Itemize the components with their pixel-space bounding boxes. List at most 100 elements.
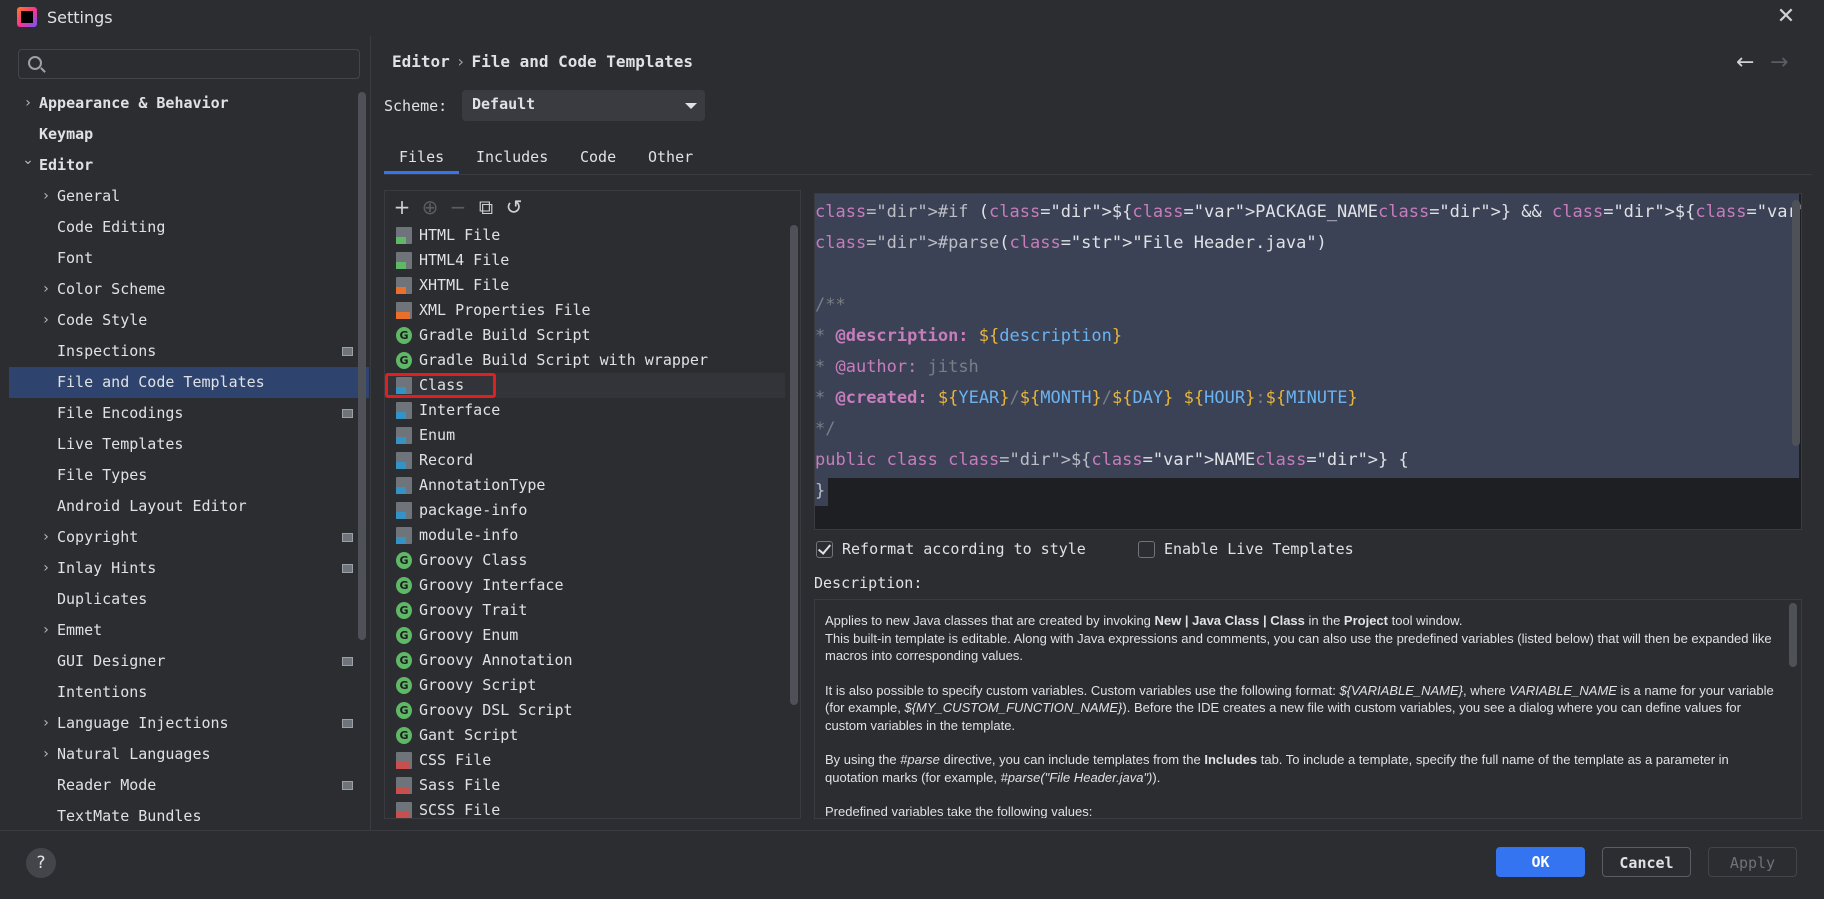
template-item-label: Groovy Trait (419, 601, 528, 619)
sidebar-item-code-style[interactable]: › Code Style (9, 305, 369, 336)
sidebar-item-keymap[interactable]: Keymap (9, 119, 369, 150)
cancel-button[interactable]: Cancel (1602, 847, 1691, 877)
chevron-right-icon[interactable]: › (21, 88, 35, 119)
template-item-interface[interactable]: Interface (385, 398, 785, 423)
template-item-sass-file[interactable]: Sass File (385, 773, 785, 798)
template-item-html-file[interactable]: HTML File (385, 223, 785, 248)
sidebar-item-textmate-bundles[interactable]: TextMate Bundles (9, 801, 369, 830)
template-item-package-info[interactable]: package-info (385, 498, 785, 523)
live-templates-label: Enable Live Templates (1164, 540, 1354, 558)
sidebar-item-file-encodings[interactable]: File Encodings (9, 398, 369, 429)
sidebar-item-file-types[interactable]: File Types (9, 460, 369, 491)
sidebar-item-file-and-code-templates[interactable]: File and Code Templates (9, 367, 369, 398)
chevron-right-icon[interactable]: › (39, 739, 53, 770)
live-templates-checkbox[interactable] (1138, 541, 1155, 558)
chevron-right-icon[interactable]: › (39, 615, 53, 646)
chevron-right-icon[interactable]: › (39, 305, 53, 336)
sidebar-item-android-layout-editor[interactable]: Android Layout Editor (9, 491, 369, 522)
settings-search[interactable] (18, 49, 360, 79)
ok-button[interactable]: OK (1496, 847, 1585, 877)
reformat-checkbox[interactable] (816, 541, 833, 558)
template-item-groovy-annotation[interactable]: G Groovy Annotation (385, 648, 785, 673)
chevron-down-icon (685, 103, 697, 109)
template-item-label: CSS File (419, 751, 492, 769)
breadcrumb-current: File and Code Templates (471, 52, 693, 71)
template-item-record[interactable]: Record (385, 448, 785, 473)
breadcrumb-separator: › (455, 52, 466, 71)
groovy-file-icon: G (396, 727, 412, 744)
scheme-dropdown[interactable]: Default (462, 90, 705, 121)
project-scope-icon (342, 533, 353, 542)
sidebar-item-copyright[interactable]: › Copyright (9, 522, 369, 553)
template-item-groovy-interface[interactable]: G Groovy Interface (385, 573, 785, 598)
tab-includes[interactable]: Includes (476, 144, 548, 174)
chevron-right-icon[interactable]: › (39, 181, 53, 212)
template-item-xhtml-file[interactable]: XHTML File (385, 273, 785, 298)
sidebar-item-label: Font (57, 249, 94, 267)
template-code-editor[interactable]: class="dir">#if (class="dir">${class="va… (814, 193, 1802, 530)
sidebar-item-general[interactable]: › General (9, 181, 369, 212)
apply-button[interactable]: Apply (1708, 847, 1797, 877)
tabs-divider (384, 174, 1812, 175)
template-item-groovy-trait[interactable]: G Groovy Trait (385, 598, 785, 623)
description-scrollbar[interactable] (1789, 603, 1797, 667)
chevron-down-icon[interactable]: ⌄ (21, 145, 35, 176)
close-icon[interactable]: ✕ (1774, 6, 1798, 30)
sidebar-item-live-templates[interactable]: Live Templates (9, 429, 369, 460)
sidebar-item-editor[interactable]: ⌄ Editor (9, 150, 369, 181)
template-item-gant-script[interactable]: G Gant Script (385, 723, 785, 748)
add-icon[interactable]: + (390, 195, 414, 219)
template-item-scss-file[interactable]: SCSS File (385, 798, 785, 819)
template-item-gradle-build-script[interactable]: G Gradle Build Script (385, 323, 785, 348)
sidebar-item-color-scheme[interactable]: › Color Scheme (9, 274, 369, 305)
template-item-gradle-build-script-with-wrapper[interactable]: G Gradle Build Script with wrapper (385, 348, 785, 373)
sidebar-item-appearance-behavior[interactable]: › Appearance & Behavior (9, 88, 369, 119)
template-item-module-info[interactable]: module-info (385, 523, 785, 548)
sidebar-item-gui-designer[interactable]: GUI Designer (9, 646, 369, 677)
sidebar-item-reader-mode[interactable]: Reader Mode (9, 770, 369, 801)
chevron-right-icon[interactable]: › (39, 522, 53, 553)
add-child-icon[interactable]: ⊕ (418, 195, 442, 219)
template-item-label: XHTML File (419, 276, 510, 294)
tab-files[interactable]: Files (384, 144, 460, 174)
template-item-label: SCSS File (419, 801, 501, 819)
search-input[interactable] (49, 54, 349, 74)
editor-scrollbar[interactable] (1792, 200, 1800, 446)
template-item-label: Sass File (419, 776, 501, 794)
forward-arrow-icon[interactable]: → (1770, 50, 1788, 75)
template-item-css-file[interactable]: CSS File (385, 748, 785, 773)
sidebar-item-code-editing[interactable]: Code Editing (9, 212, 369, 243)
template-item-groovy-enum[interactable]: G Groovy Enum (385, 623, 785, 648)
reset-icon[interactable]: ↺ (502, 195, 526, 219)
sidebar-item-language-injections[interactable]: › Language Injections (9, 708, 369, 739)
template-item-annotationtype[interactable]: AnnotationType (385, 473, 785, 498)
template-item-groovy-script[interactable]: G Groovy Script (385, 673, 785, 698)
template-list-scrollbar[interactable] (790, 225, 798, 705)
sidebar-item-inlay-hints[interactable]: › Inlay Hints (9, 553, 369, 584)
sidebar-item-inspections[interactable]: Inspections (9, 336, 369, 367)
chevron-right-icon[interactable]: › (39, 274, 53, 305)
chevron-right-icon[interactable]: › (39, 553, 53, 584)
sidebar-scrollbar[interactable] (358, 92, 366, 640)
sidebar-item-natural-languages[interactable]: › Natural Languages (9, 739, 369, 770)
back-arrow-icon[interactable]: ← (1736, 50, 1754, 75)
template-item-enum[interactable]: Enum (385, 423, 785, 448)
tab-other[interactable]: Other (648, 144, 693, 174)
tab-code[interactable]: Code (580, 144, 616, 174)
sidebar-item-duplicates[interactable]: Duplicates (9, 584, 369, 615)
template-item-groovy-class[interactable]: G Groovy Class (385, 548, 785, 573)
template-item-groovy-dsl-script[interactable]: G Groovy DSL Script (385, 698, 785, 723)
groovy-file-icon: G (396, 652, 412, 669)
sidebar-item-intentions[interactable]: Intentions (9, 677, 369, 708)
html-file-icon (396, 227, 412, 244)
template-item-xml-properties-file[interactable]: XML Properties File (385, 298, 785, 323)
copy-icon[interactable]: ⧉ (474, 195, 498, 219)
sidebar-item-emmet[interactable]: › Emmet (9, 615, 369, 646)
remove-icon[interactable]: − (446, 195, 470, 219)
chevron-right-icon[interactable]: › (39, 708, 53, 739)
sidebar-item-font[interactable]: Font (9, 243, 369, 274)
sidebar-item-label: Duplicates (57, 590, 148, 608)
breadcrumb-parent[interactable]: Editor (392, 52, 450, 71)
help-button[interactable]: ? (26, 848, 56, 878)
template-item-html4-file[interactable]: HTML4 File (385, 248, 785, 273)
